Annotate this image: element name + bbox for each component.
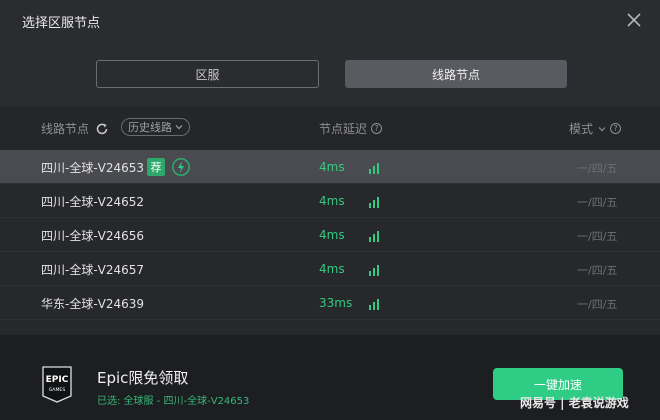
node-name: 四川-全球-V24656 <box>41 229 145 243</box>
header-node-label: 线路节点 <box>41 122 90 136</box>
watermark: 网易号 | 老袁说游戏 <box>520 396 629 410</box>
header-mode-label: 模式 <box>569 122 594 136</box>
list-item[interactable]: 四川-全球-V24657 4ms 一/四/五 <box>0 252 660 286</box>
node-mode: 一/四/五 <box>577 230 618 243</box>
node-name: 华东-全球-V24639 <box>41 297 145 311</box>
node-latency: 4ms <box>319 262 345 276</box>
footer-panel: EPIC GAMES Epic限免领取 已选: 全球服 - 四川-全球-V246… <box>0 335 660 420</box>
node-selection-window: 选择区服节点 区服 线路节点 线路节点 历史线路 节点延迟 ? 模式 ? 四川-… <box>0 0 660 420</box>
recommended-badge: 荐 <box>147 158 165 176</box>
node-mode: 一/四/五 <box>577 196 618 209</box>
node-latency: 4ms <box>319 228 345 242</box>
node-name: 四川-全球-V24652 <box>41 195 145 209</box>
tab-bar: 区服 线路节点 <box>0 42 660 106</box>
list-item[interactable] <box>0 320 660 335</box>
header-latency: 节点延迟 ? <box>319 120 383 137</box>
tab-line-nodes[interactable]: 线路节点 <box>345 60 567 88</box>
logo-text-top: EPIC <box>46 375 69 385</box>
list-item[interactable]: 四川-全球-V24653 荐 4ms 一/四/五 <box>0 150 660 184</box>
game-name: Epic限免领取 <box>97 369 189 387</box>
chevron-down-icon[interactable] <box>598 125 606 133</box>
header-latency-label: 节点延迟 <box>319 122 368 136</box>
header-mode: 模式 ? <box>569 120 622 137</box>
history-lines-dropdown[interactable]: 历史线路 <box>121 118 190 136</box>
node-mode: 一/四/五 <box>577 162 618 175</box>
title-bar: 选择区服节点 <box>0 0 660 42</box>
logo-text-bottom: GAMES <box>49 387 66 393</box>
lightning-icon <box>171 157 191 177</box>
node-latency: 4ms <box>319 160 345 174</box>
node-latency: 33ms <box>319 296 353 310</box>
signal-icon <box>367 262 381 276</box>
tab-region[interactable]: 区服 <box>96 60 319 88</box>
node-mode: 一/四/五 <box>577 264 618 277</box>
signal-icon <box>367 160 381 174</box>
node-name: 四川-全球-V24657 <box>41 263 145 277</box>
close-icon[interactable] <box>624 10 644 30</box>
history-lines-label: 历史线路 <box>128 121 172 134</box>
help-icon[interactable]: ? <box>371 123 383 134</box>
signal-icon <box>367 194 381 208</box>
signal-icon <box>367 296 381 310</box>
list-item[interactable]: 华东-全球-V24639 33ms 一/四/五 <box>0 286 660 320</box>
signal-icon <box>367 228 381 242</box>
node-latency: 4ms <box>319 194 345 208</box>
list-header: 线路节点 历史线路 节点延迟 ? 模式 ? <box>0 106 660 150</box>
selected-server-info: 已选: 全球服 - 四川-全球-V24653 <box>97 396 250 407</box>
help-icon[interactable]: ? <box>610 123 622 134</box>
node-name: 四川-全球-V24653 <box>41 161 145 175</box>
refresh-icon[interactable] <box>95 122 109 136</box>
epic-games-logo: EPIC GAMES <box>41 366 73 403</box>
node-mode: 一/四/五 <box>577 298 618 311</box>
header-node: 线路节点 <box>41 120 109 137</box>
list-item[interactable]: 四川-全球-V24656 4ms 一/四/五 <box>0 218 660 252</box>
window-title: 选择区服节点 <box>22 16 101 31</box>
chevron-down-icon <box>175 125 183 130</box>
list-item[interactable]: 四川-全球-V24652 4ms 一/四/五 <box>0 184 660 218</box>
node-list: 四川-全球-V24653 荐 4ms 一/四/五 四川-全球-V24652 4m <box>0 150 660 335</box>
